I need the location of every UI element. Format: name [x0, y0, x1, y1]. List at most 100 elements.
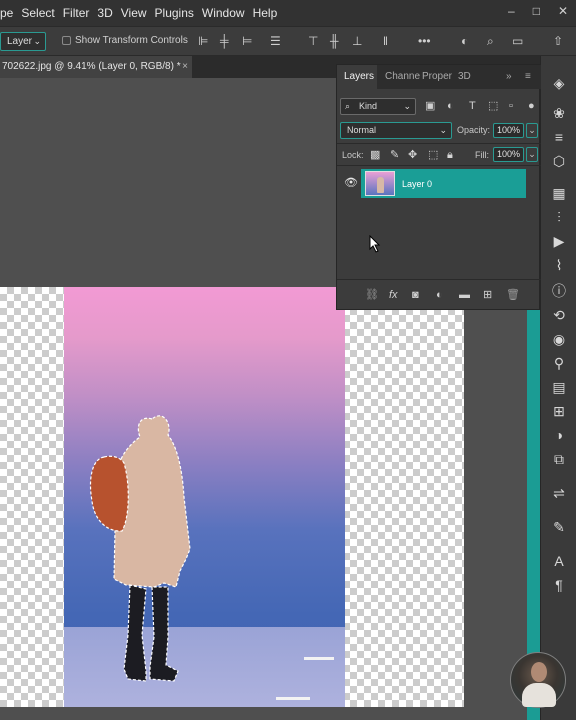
minimize-button[interactable]: – — [508, 4, 515, 18]
paragraph-icon[interactable]: ¶ — [541, 576, 576, 594]
lock-image-icon[interactable]: ✎ — [390, 148, 399, 162]
lock-transparent-icon[interactable]: ▩ — [370, 148, 380, 162]
divider — [337, 279, 541, 280]
gradient-icon[interactable]: ▤ — [541, 378, 576, 396]
lock-all-icon[interactable]: 🔒︎ — [447, 148, 453, 162]
3d-panel-icon[interactable]: ⬡ — [541, 152, 576, 170]
align-top-icon[interactable]: ⊤ — [308, 34, 318, 48]
lock-artboard-icon[interactable]: ⬚ — [428, 148, 438, 162]
styles-icon[interactable]: ◑ — [541, 426, 576, 444]
3d-mode-icon[interactable]: ◐ — [461, 34, 468, 48]
character-icon[interactable]: A — [541, 552, 576, 570]
close-tab-icon[interactable]: × — [182, 56, 188, 78]
actions-icon[interactable]: ⫶ — [541, 208, 576, 226]
info-icon[interactable]: ⓘ — [541, 282, 576, 300]
divider — [337, 165, 541, 166]
document-tab-title: 702622.jpg @ 9.41% (Layer 0, RGB/8) * — [2, 61, 181, 72]
document-tab[interactable]: 702622.jpg @ 9.41% (Layer 0, RGB/8) * × — [0, 56, 192, 78]
pixel-filter-icon[interactable]: ▣ — [425, 98, 435, 114]
opacity-chevron-icon[interactable]: ⌄ — [526, 123, 538, 138]
blend-mode-dropdown[interactable]: Normal ⌄ — [340, 122, 452, 139]
filter-kind-dropdown[interactable]: ⌕ Kind ⌄ — [340, 98, 416, 115]
menu-3d[interactable]: 3D — [97, 6, 120, 20]
shape-filter-icon[interactable]: ⬚ — [488, 98, 498, 114]
smart-object-filter-icon[interactable]: ▫ — [509, 98, 513, 114]
canvas-photo[interactable] — [64, 287, 345, 707]
menu-type[interactable]: pe — [0, 6, 21, 20]
auto-select-target-value: Layer — [7, 36, 33, 47]
menu-help[interactable]: Help — [253, 6, 286, 20]
tab-channels[interactable]: Channe — [385, 71, 420, 82]
share-icon[interactable]: ⇧ — [553, 34, 563, 48]
layers-panel-tabs: Layers Channe Proper 3D » ≡ — [337, 65, 541, 89]
maximize-button[interactable]: □ — [533, 4, 540, 18]
window-controls: – □ ✕ — [508, 4, 568, 18]
adjustments-icon[interactable]: ≡ — [541, 128, 576, 146]
close-window-button[interactable]: ✕ — [558, 4, 568, 18]
new-layer-icon[interactable]: ⊞ — [483, 289, 492, 301]
align-bottom-icon[interactable]: ⊥ — [352, 34, 362, 48]
play-icon[interactable]: ▶ — [541, 232, 576, 250]
road-marking — [304, 657, 334, 660]
lock-position-icon[interactable]: ✥ — [408, 148, 417, 162]
align-right-icon[interactable]: ⊨ — [242, 34, 252, 48]
layer-thumbnail[interactable] — [365, 171, 395, 196]
type-filter-icon[interactable]: T — [469, 98, 476, 114]
show-transform-controls-checkbox[interactable]: Show Transform Controls — [62, 35, 188, 46]
link-layers-icon[interactable]: ⛓︎ — [365, 289, 379, 301]
table-icon[interactable]: ▦ — [541, 184, 576, 202]
filter-kind-value: Kind — [359, 101, 378, 111]
right-panel-dock: ◈ ❀ ≡ ⬡ ▦ ⫶ ▶ ⌇ ⓘ ⟲ ◉ ⚲ ▤ ⊞ ◑ ⧉ ⇌ ✎ A ¶ — [540, 56, 576, 720]
chevron-down-icon: ⌄ — [33, 36, 41, 46]
brush-settings-icon[interactable]: ⚲ — [541, 354, 576, 372]
color-panel-icon[interactable]: ❀ — [541, 104, 576, 122]
blend-mode-value: Normal — [347, 125, 377, 135]
menu-filter[interactable]: Filter — [63, 6, 98, 20]
search-icon: ⌕ — [345, 101, 351, 111]
opacity-field[interactable]: 100% — [493, 123, 524, 138]
tab-properties[interactable]: Proper — [422, 71, 452, 82]
group-folder-icon[interactable]: ▬ — [459, 289, 470, 301]
visibility-eye-icon[interactable]: 👁︎ — [344, 176, 358, 189]
layers-panel-icon[interactable]: ◈ — [541, 74, 576, 92]
align-middle-v-icon[interactable]: ╫ — [330, 34, 339, 48]
panel-menu-icon[interactable]: ≡ — [525, 71, 531, 82]
thumbnail-figure — [377, 177, 384, 193]
layers-panel-footer: ⛓︎ fx ◙ ◐ ▬ ⊞ 🗑︎ — [337, 281, 541, 309]
add-mask-icon[interactable]: ◙ — [412, 289, 419, 301]
history-icon[interactable]: ⟲ — [541, 306, 576, 324]
layer-name[interactable]: Layer 0 — [402, 179, 432, 189]
tab-layers[interactable]: Layers — [344, 71, 374, 82]
menu-view[interactable]: View — [121, 6, 155, 20]
align-center-h-icon[interactable]: ╪ — [220, 34, 229, 48]
delete-layer-icon[interactable]: 🗑︎ — [506, 289, 520, 301]
libraries-icon[interactable]: ⧉ — [541, 450, 576, 468]
search-icon[interactable]: ⌕ — [487, 34, 494, 48]
swatches-icon[interactable]: ◉ — [541, 330, 576, 348]
show-transform-controls-label: Show Transform Controls — [75, 35, 188, 46]
menu-select[interactable]: Select — [21, 6, 62, 20]
align-left-icon[interactable]: ⊫ — [198, 34, 208, 48]
workspace-icon[interactable]: ▭ — [512, 34, 523, 48]
distribute-v-icon[interactable]: ‖ — [383, 34, 388, 48]
patterns-icon[interactable]: ⊞ — [541, 402, 576, 420]
adjustment-filter-icon[interactable]: ◐ — [447, 98, 454, 114]
fill-field[interactable]: 100% — [493, 147, 524, 162]
brush-icon[interactable]: ✎ — [541, 518, 576, 536]
fill-chevron-icon[interactable]: ⌄ — [526, 147, 538, 162]
properties-icon[interactable]: ⇌ — [541, 484, 576, 502]
adjustment-layer-icon[interactable]: ◐ — [436, 289, 443, 301]
menu-plugins[interactable]: Plugins — [155, 6, 202, 20]
more-icon[interactable]: ••• — [418, 34, 431, 48]
filter-toggle-icon[interactable]: ● — [528, 98, 535, 114]
menu-window[interactable]: Window — [202, 6, 253, 20]
fx-icon[interactable]: fx — [389, 289, 398, 301]
lock-label: Lock: — [342, 150, 364, 160]
checkbox-icon — [62, 36, 71, 45]
auto-select-target-dropdown[interactable]: Layer ⌄ — [0, 32, 46, 51]
tab-3d[interactable]: 3D — [458, 71, 471, 82]
collapse-panel-icon[interactable]: » — [506, 71, 512, 82]
chevron-down-icon: ⌄ — [439, 125, 447, 135]
distribute-icon[interactable]: ☰ — [270, 34, 281, 48]
paths-icon[interactable]: ⌇ — [541, 256, 576, 274]
